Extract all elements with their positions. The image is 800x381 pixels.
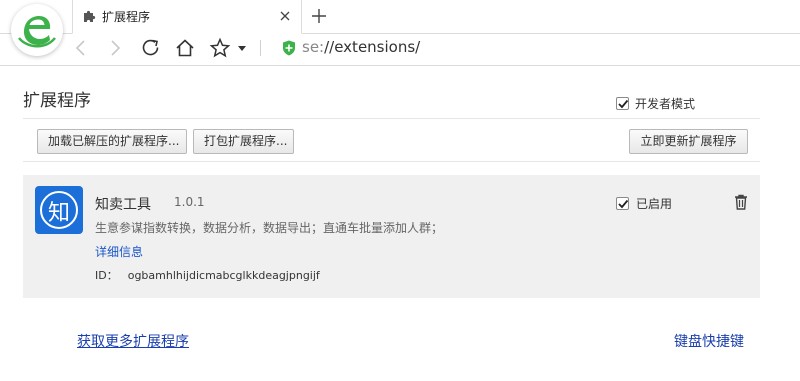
extension-icon-glyph: 知	[47, 201, 70, 226]
back-arrow-icon[interactable]	[70, 37, 92, 59]
new-tab-plus-icon[interactable]	[309, 6, 329, 26]
home-icon[interactable]	[174, 37, 196, 59]
tab-extensions[interactable]: 扩展程序	[72, 0, 302, 34]
address-bar-url[interactable]: se://extensions/	[302, 38, 420, 56]
close-tab-icon[interactable]	[277, 8, 293, 24]
trash-icon[interactable]	[734, 194, 748, 210]
browser-chrome: 扩展程序 se://extensions/	[0, 0, 800, 66]
keyboard-shortcuts-link[interactable]: 键盘快捷键	[674, 331, 744, 351]
star-bookmark-icon[interactable]	[209, 37, 231, 59]
reload-icon[interactable]	[140, 37, 162, 59]
extension-enabled-label: 已启用	[636, 196, 673, 211]
chevron-down-icon[interactable]	[238, 46, 246, 51]
extension-version: 1.0.1	[174, 195, 205, 209]
address-separator	[260, 40, 261, 56]
load-unpacked-button[interactable]: 加载已解压的扩展程序...	[37, 129, 187, 154]
secure-shield-icon[interactable]	[282, 40, 296, 56]
divider	[23, 118, 760, 119]
checkmark-icon	[618, 99, 629, 108]
browser-e-logo-icon[interactable]	[11, 4, 63, 56]
page-title: 扩展程序	[23, 91, 91, 111]
extension-card: 知 知卖工具 1.0.1 生意参谋指数转换，数据分析，数据导出；直通车批量添加人…	[23, 175, 760, 298]
get-more-extensions-link[interactable]: 获取更多扩展程序	[77, 331, 189, 351]
url-path: //extensions/	[324, 38, 421, 56]
checkmark-icon	[618, 199, 629, 208]
url-scheme: se:	[302, 38, 325, 56]
extension-id-label: ID：	[95, 269, 118, 282]
developer-mode-checkbox[interactable]	[616, 96, 629, 110]
extension-details-link[interactable]: 详细信息	[95, 243, 143, 260]
update-extensions-button[interactable]: 立即更新扩展程序	[629, 129, 748, 154]
extension-name: 知卖工具	[95, 197, 151, 213]
extension-enabled-checkbox[interactable]	[616, 196, 629, 210]
developer-mode-label: 开发者模式	[635, 96, 696, 111]
developer-mode-toggle[interactable]: 开发者模式	[616, 95, 695, 111]
pack-extension-button[interactable]: 打包扩展程序...	[193, 129, 294, 154]
extension-description: 生意参谋指数转换，数据分析，数据导出；直通车批量添加人群；	[95, 221, 444, 235]
forward-arrow-icon[interactable]	[104, 37, 126, 59]
extension-id-value: ogbamhlhijdicmabcglkkdeagjpngijf	[127, 269, 320, 282]
puzzle-icon	[84, 10, 96, 22]
divider	[23, 161, 760, 162]
tab-title: 扩展程序	[102, 10, 151, 24]
extension-icon: 知	[35, 186, 83, 234]
extension-enabled-toggle[interactable]: 已启用	[616, 195, 672, 211]
extension-id-row: ID： ogbamhlhijdicmabcglkkdeagjpngijf	[95, 267, 320, 283]
